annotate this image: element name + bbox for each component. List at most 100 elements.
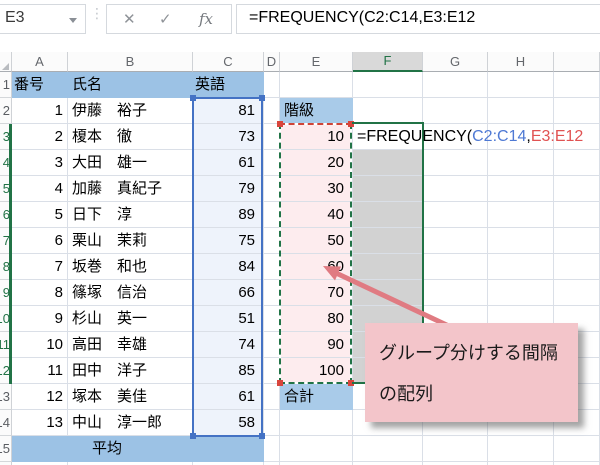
cell-X5[interactable] bbox=[554, 176, 600, 202]
cell-H1[interactable] bbox=[488, 72, 554, 98]
cell-F15[interactable] bbox=[353, 436, 423, 462]
cell-F6[interactable] bbox=[353, 202, 423, 228]
cell-E4[interactable]: 20 bbox=[280, 150, 353, 176]
cell-B5[interactable]: 加藤 真紀子 bbox=[68, 176, 193, 202]
row-header-1[interactable]: 1 bbox=[0, 72, 12, 98]
cell-H15[interactable] bbox=[488, 436, 554, 462]
enter-icon[interactable]: ✓ bbox=[159, 10, 172, 28]
cell-A6[interactable]: 5 bbox=[12, 202, 68, 228]
cell-H9[interactable] bbox=[488, 280, 554, 306]
cell-G6[interactable] bbox=[423, 202, 488, 228]
insert-function-icon[interactable]: fx bbox=[199, 10, 213, 28]
name-box[interactable]: E3 bbox=[0, 4, 86, 34]
cell-E2[interactable]: 階級 bbox=[280, 98, 353, 124]
cell-B2[interactable]: 伊藤 裕子 bbox=[68, 98, 193, 124]
cell-A4[interactable]: 3 bbox=[12, 150, 68, 176]
cell-X6[interactable] bbox=[554, 202, 600, 228]
cell-D11[interactable] bbox=[264, 332, 280, 358]
cell-C13[interactable]: 61 bbox=[193, 384, 264, 410]
cell-B8[interactable]: 坂巻 和也 bbox=[68, 254, 193, 280]
cell-C10[interactable]: 51 bbox=[193, 306, 264, 332]
name-box-dropdown-icon[interactable] bbox=[69, 18, 77, 23]
cell-X8[interactable] bbox=[554, 254, 600, 280]
cell-D2[interactable] bbox=[264, 98, 280, 124]
cell-A11[interactable]: 10 bbox=[12, 332, 68, 358]
column-header-extra[interactable] bbox=[554, 52, 600, 72]
cell-G9[interactable] bbox=[423, 280, 488, 306]
cell-H6[interactable] bbox=[488, 202, 554, 228]
cell-C15[interactable] bbox=[193, 436, 264, 462]
cell-B9[interactable]: 篠塚 信治 bbox=[68, 280, 193, 306]
cell-A12[interactable]: 11 bbox=[12, 358, 68, 384]
cell-E7[interactable]: 50 bbox=[280, 228, 353, 254]
cell-D13[interactable] bbox=[264, 384, 280, 410]
cell-C4[interactable]: 61 bbox=[193, 150, 264, 176]
column-header-E[interactable]: E bbox=[280, 52, 353, 72]
cell-G15[interactable] bbox=[423, 436, 488, 462]
cell-A14[interactable]: 13 bbox=[12, 410, 68, 436]
cell-B13[interactable]: 塚本 美佳 bbox=[68, 384, 193, 410]
cell-F2[interactable] bbox=[353, 98, 423, 124]
cell-D14[interactable] bbox=[264, 410, 280, 436]
cell-A10[interactable]: 9 bbox=[12, 306, 68, 332]
cell-G2[interactable] bbox=[423, 98, 488, 124]
select-all-corner[interactable] bbox=[0, 52, 12, 72]
cell-C3[interactable]: 73 bbox=[193, 124, 264, 150]
cell-D3[interactable] bbox=[264, 124, 280, 150]
column-header-D[interactable]: D bbox=[264, 52, 280, 72]
cell-H4[interactable] bbox=[488, 150, 554, 176]
cell-F9[interactable] bbox=[353, 280, 423, 306]
cell-A5[interactable]: 4 bbox=[12, 176, 68, 202]
cell-X9[interactable] bbox=[554, 280, 600, 306]
cell-E6[interactable]: 40 bbox=[280, 202, 353, 228]
cell-H8[interactable] bbox=[488, 254, 554, 280]
cell-C5[interactable]: 79 bbox=[193, 176, 264, 202]
cell-C2[interactable]: 81 bbox=[193, 98, 264, 124]
cell-H7[interactable] bbox=[488, 228, 554, 254]
cell-A1[interactable]: 番号 bbox=[12, 72, 68, 98]
cell-B11[interactable]: 高田 幸雄 bbox=[68, 332, 193, 358]
cell-F7[interactable] bbox=[353, 228, 423, 254]
cell-E13[interactable]: 合計 bbox=[280, 384, 353, 410]
cell-D4[interactable] bbox=[264, 150, 280, 176]
cell-E5[interactable]: 30 bbox=[280, 176, 353, 202]
cell-X15[interactable] bbox=[554, 436, 600, 462]
cell-D6[interactable] bbox=[264, 202, 280, 228]
column-header-B[interactable]: B bbox=[68, 52, 193, 72]
cell-D1[interactable] bbox=[264, 72, 280, 98]
cell-G8[interactable] bbox=[423, 254, 488, 280]
cell-X4[interactable] bbox=[554, 150, 600, 176]
cell-X1[interactable] bbox=[554, 72, 600, 98]
column-header-C[interactable]: C bbox=[193, 52, 264, 72]
cell-C11[interactable]: 74 bbox=[193, 332, 264, 358]
cell-D15[interactable] bbox=[264, 436, 280, 462]
column-header-G[interactable]: G bbox=[423, 52, 488, 72]
cell-D5[interactable] bbox=[264, 176, 280, 202]
cell-B4[interactable]: 大田 雄一 bbox=[68, 150, 193, 176]
row-header-14[interactable]: 14 bbox=[0, 410, 12, 436]
cell-E15[interactable] bbox=[280, 436, 353, 462]
cell-B1[interactable]: 氏名 bbox=[68, 72, 193, 98]
cell-E10[interactable]: 80 bbox=[280, 306, 353, 332]
cell-E11[interactable]: 90 bbox=[280, 332, 353, 358]
cell-B14[interactable]: 中山 淳一郎 bbox=[68, 410, 193, 436]
cell-B7[interactable]: 栗山 茉莉 bbox=[68, 228, 193, 254]
cell-D8[interactable] bbox=[264, 254, 280, 280]
cell-D10[interactable] bbox=[264, 306, 280, 332]
formula-input[interactable]: =FREQUENCY(C2:C14,E3:E12 bbox=[236, 4, 600, 34]
cell-E12[interactable]: 100 bbox=[280, 358, 353, 384]
cell-B10[interactable]: 杉山 英一 bbox=[68, 306, 193, 332]
cell-E3[interactable]: 10 bbox=[280, 124, 353, 150]
cell-H5[interactable] bbox=[488, 176, 554, 202]
cell-B6[interactable]: 日下 淳 bbox=[68, 202, 193, 228]
cell-E14[interactable] bbox=[280, 410, 353, 436]
cell-G5[interactable] bbox=[423, 176, 488, 202]
cell-C9[interactable]: 66 bbox=[193, 280, 264, 306]
cell-C8[interactable]: 84 bbox=[193, 254, 264, 280]
column-header-F[interactable]: F bbox=[353, 52, 423, 72]
cell-C1[interactable]: 英語 bbox=[193, 72, 264, 98]
cell-B12[interactable]: 田中 洋子 bbox=[68, 358, 193, 384]
cell-F5[interactable] bbox=[353, 176, 423, 202]
cell-A9[interactable]: 8 bbox=[12, 280, 68, 306]
row-header-2[interactable]: 2 bbox=[0, 98, 12, 124]
